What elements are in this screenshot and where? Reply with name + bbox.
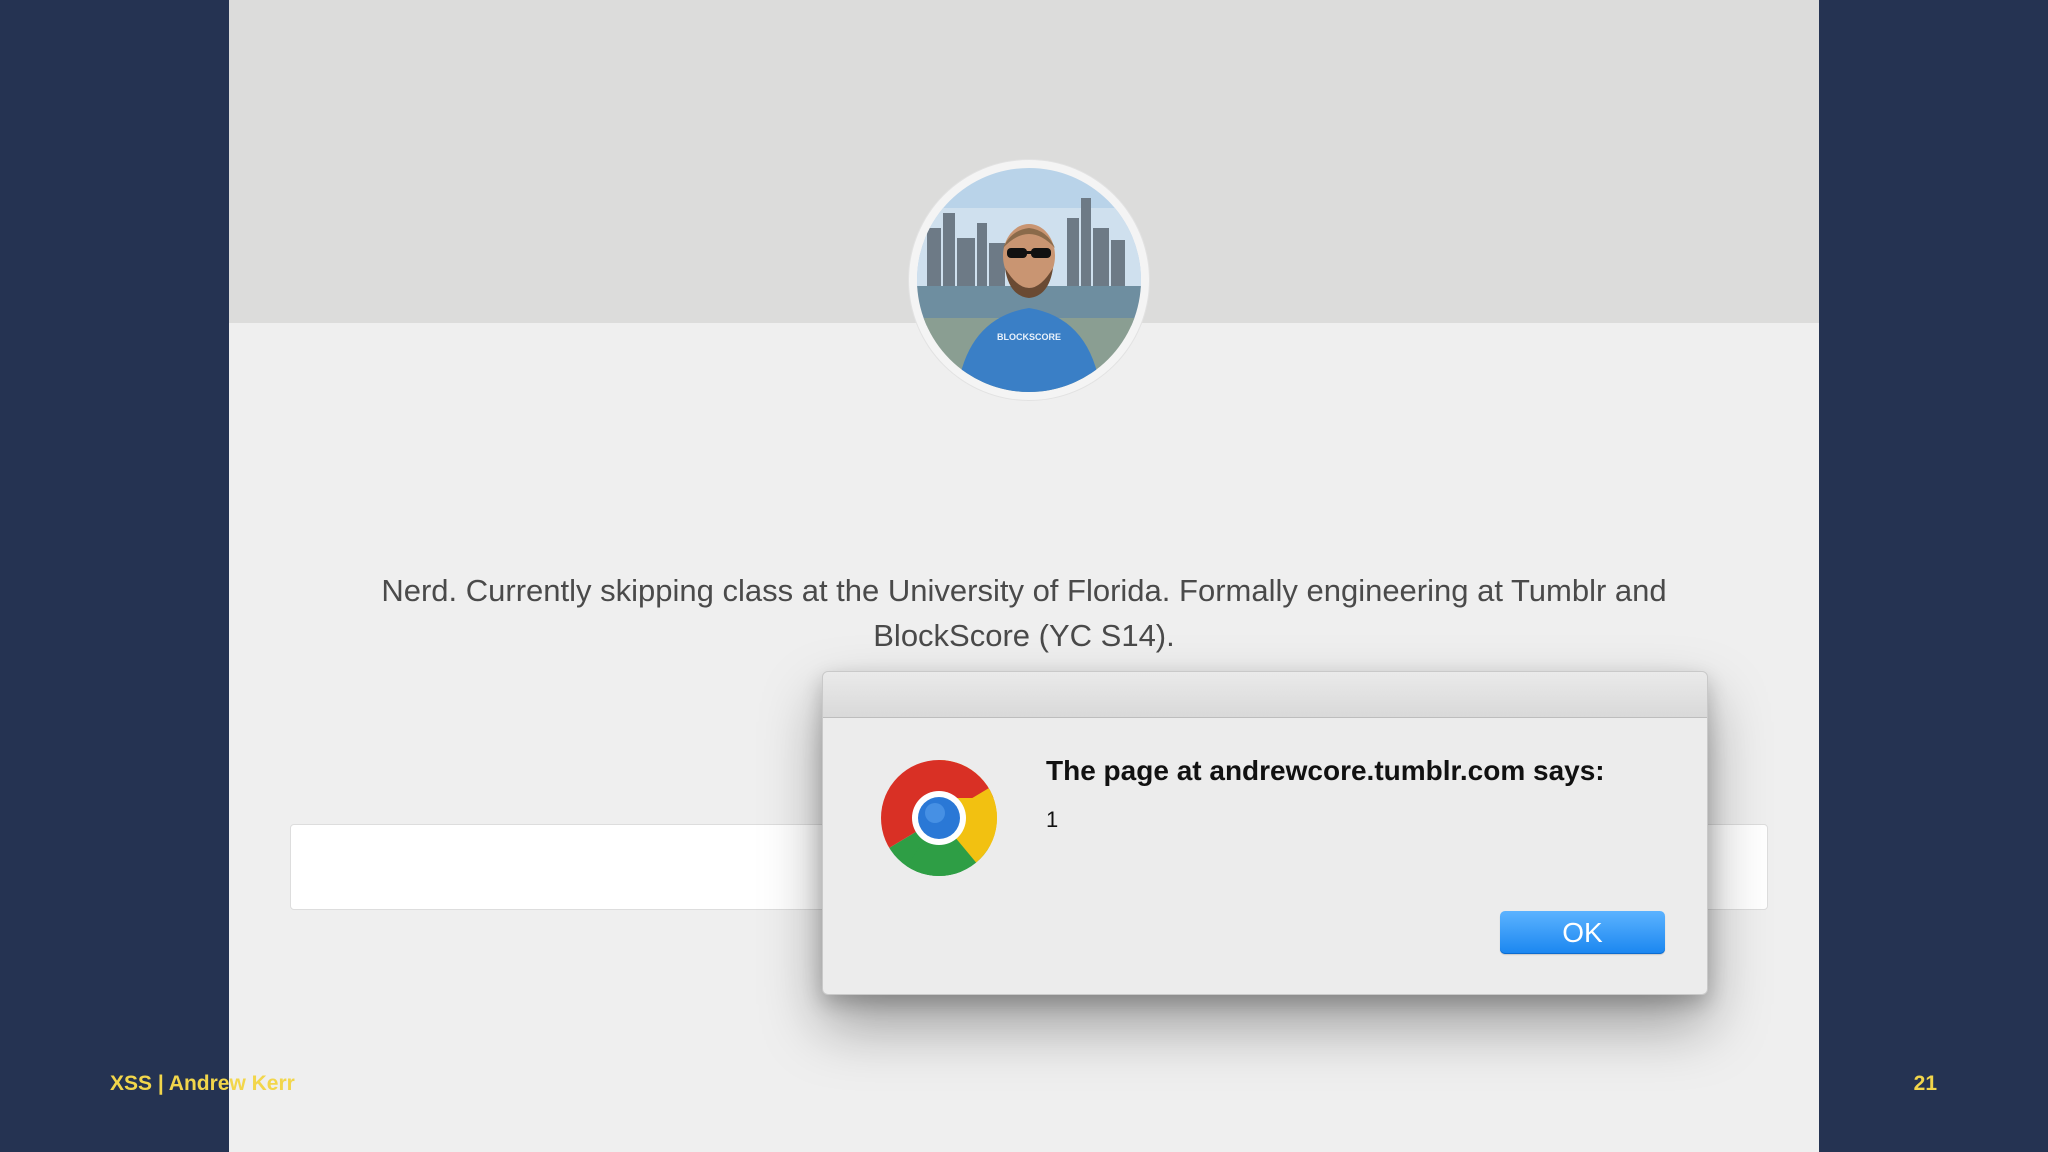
bio-line-1: Nerd. Currently skipping class at the Un… (381, 573, 1667, 608)
ok-button[interactable]: OK (1500, 911, 1665, 954)
javascript-alert-dialog: The page at andrewcore.tumblr.com says: … (822, 671, 1708, 995)
shirt-text: BLOCKSCORE (997, 332, 1061, 342)
profile-bio: Nerd. Currently skipping class at the Un… (329, 568, 1719, 658)
alert-message: 1 (1046, 807, 1059, 832)
slide-page-number: 21 (1913, 1072, 1937, 1095)
browser-screenshot: BLOCKSCORE Nerd. Currently skipping clas… (229, 0, 1819, 1152)
avatar-photo: BLOCKSCORE (917, 168, 1141, 392)
bio-line-2: BlockScore (YC S14). (873, 618, 1175, 653)
chrome-logo-icon (881, 760, 997, 876)
slide-footer-title: XSS | Andrew Kerr (110, 1072, 295, 1095)
alert-titlebar (823, 672, 1707, 718)
avatar[interactable]: BLOCKSCORE (909, 160, 1149, 400)
alert-heading: The page at andrewcore.tumblr.com says: (1046, 755, 1605, 786)
